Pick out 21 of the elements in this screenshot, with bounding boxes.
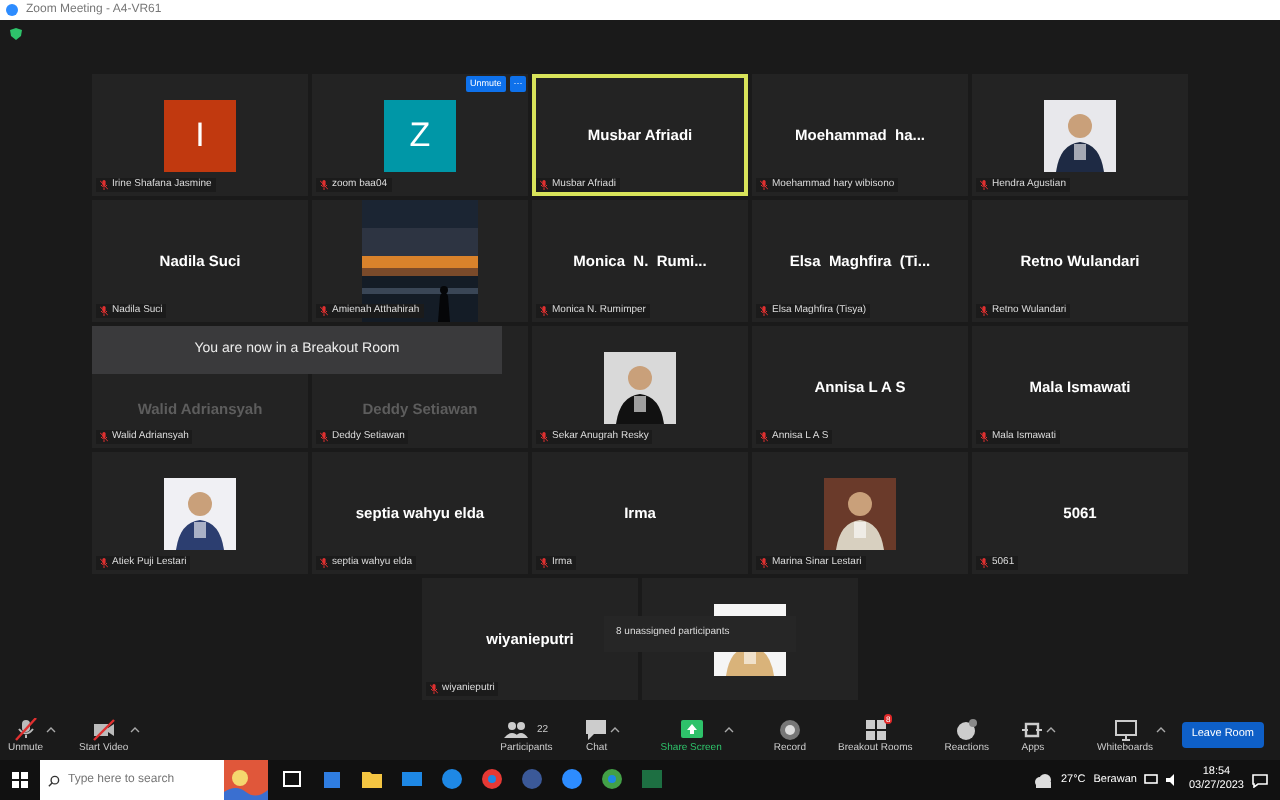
caret-icon[interactable] [610,725,621,733]
caret-icon[interactable] [45,725,56,733]
shield-icon [10,28,22,40]
people-icon [504,717,529,741]
record-icon [777,717,802,741]
search-icon [48,773,60,787]
video-off-icon [91,717,116,741]
app-icon [6,4,18,16]
caret-icon[interactable] [1046,725,1057,733]
share-icon [679,717,704,741]
chat-icon [584,717,609,741]
avatar: Z [384,99,456,171]
caret-icon[interactable] [723,725,734,733]
caret-icon[interactable] [1155,725,1166,733]
cloud-icon[interactable] [1034,773,1053,787]
notification-icon[interactable] [1252,773,1268,787]
caret-icon[interactable] [130,725,141,733]
rooms-icon [863,717,888,741]
muted-mic-icon [13,717,38,741]
avatar: I [164,99,236,171]
whiteboard-icon [1113,717,1138,741]
